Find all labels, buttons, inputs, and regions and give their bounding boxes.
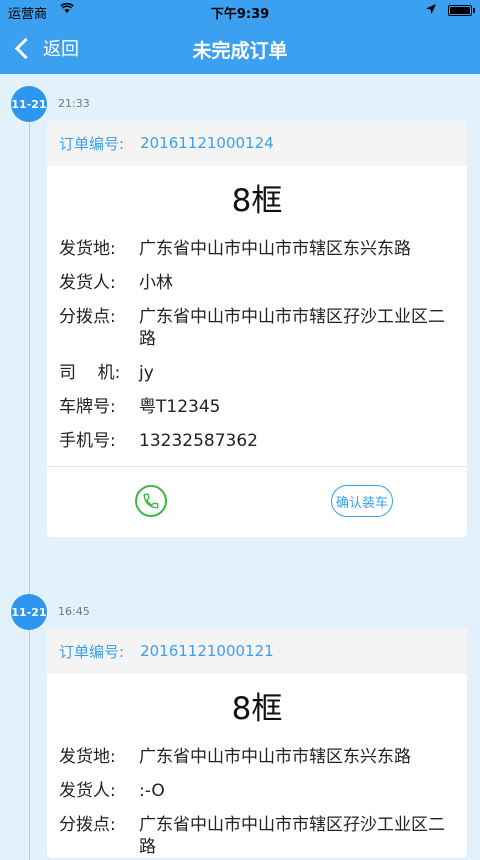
phone-icon [143,493,159,509]
order-card[interactable]: 订单编号: 20161121000121 8框 发货地: 广东省中山市中山市市辖… [47,628,467,858]
order-number-row: 订单编号: 20161121000124 [47,120,467,166]
battery-fill [450,7,470,14]
order-number-label: 订单编号: [59,134,125,153]
field-distribution-point: 分拨点: 广东省中山市中山市市辖区孖沙工业区二路 [47,306,467,350]
field-value: :-O [139,781,165,801]
field-ship-from: 发货地: 广东省中山市中山市市辖区东兴东路 [47,238,467,260]
field-value: 广东省中山市中山市市辖区孖沙工业区二路 [139,815,445,857]
field-value: 广东省中山市中山市市辖区东兴东路 [139,747,411,767]
field-label: 分拨点: [59,815,116,835]
field-value: 小林 [139,273,173,293]
field-distribution-point: 分拨点: 广东省中山市中山市市辖区孖沙工业区二路 [47,814,467,858]
order-number: 20161121000124 [140,134,274,152]
field-label: 手机号: [59,431,116,451]
nav-bar: 返回 未完成订单 [0,22,480,74]
field-shipper: 发货人: :-O [47,780,467,802]
field-phone: 手机号: 13232587362 [47,430,467,452]
card-actions: 确认装车 [47,466,467,537]
field-label: 分拨点: [59,307,116,327]
field-label: 发货人: [59,781,116,801]
page-title: 未完成订单 [192,40,288,62]
field-label: 发货地: [59,239,116,259]
field-value: 粤T12345 [139,397,221,417]
order-time: 21:33 [58,97,90,110]
date-badge: 11-21 [11,594,47,630]
date-badge: 11-21 [11,86,47,122]
order-card[interactable]: 订单编号: 20161121000124 8框 发货地: 广东省中山市中山市市辖… [47,120,467,537]
order-quantity: 8框 [231,691,283,727]
field-shipper: 发货人: 小林 [47,272,467,294]
field-label: 发货地: [59,747,116,767]
field-label: 发货人: [59,273,116,293]
order-time: 16:45 [58,605,90,618]
field-driver: 司 机: jy [47,362,467,384]
field-ship-from: 发货地: 广东省中山市中山市市辖区东兴东路 [47,746,467,768]
field-plate-number: 车牌号: 粤T12345 [47,396,467,418]
field-label: 车牌号: [59,397,116,417]
order-number-label: 订单编号: [59,642,125,661]
status-bar: 运营商 下午9:39 [0,0,480,22]
timeline-line [29,100,30,860]
field-value: 13232587362 [139,431,258,451]
order-number: 20161121000121 [140,642,274,660]
order-quantity: 8框 [231,183,283,219]
order-number-row: 订单编号: 20161121000121 [47,628,467,674]
confirm-loading-button[interactable]: 确认装车 [331,485,393,517]
field-value: 广东省中山市中山市市辖区孖沙工业区二路 [139,307,445,349]
field-value: 广东省中山市中山市市辖区东兴东路 [139,239,411,259]
field-value: jy [139,363,154,383]
location-arrow-icon [426,3,436,17]
status-time: 下午9:39 [210,7,270,22]
field-label: 司 机: [59,363,121,383]
battery-icon [448,5,475,16]
call-button[interactable] [135,485,167,517]
